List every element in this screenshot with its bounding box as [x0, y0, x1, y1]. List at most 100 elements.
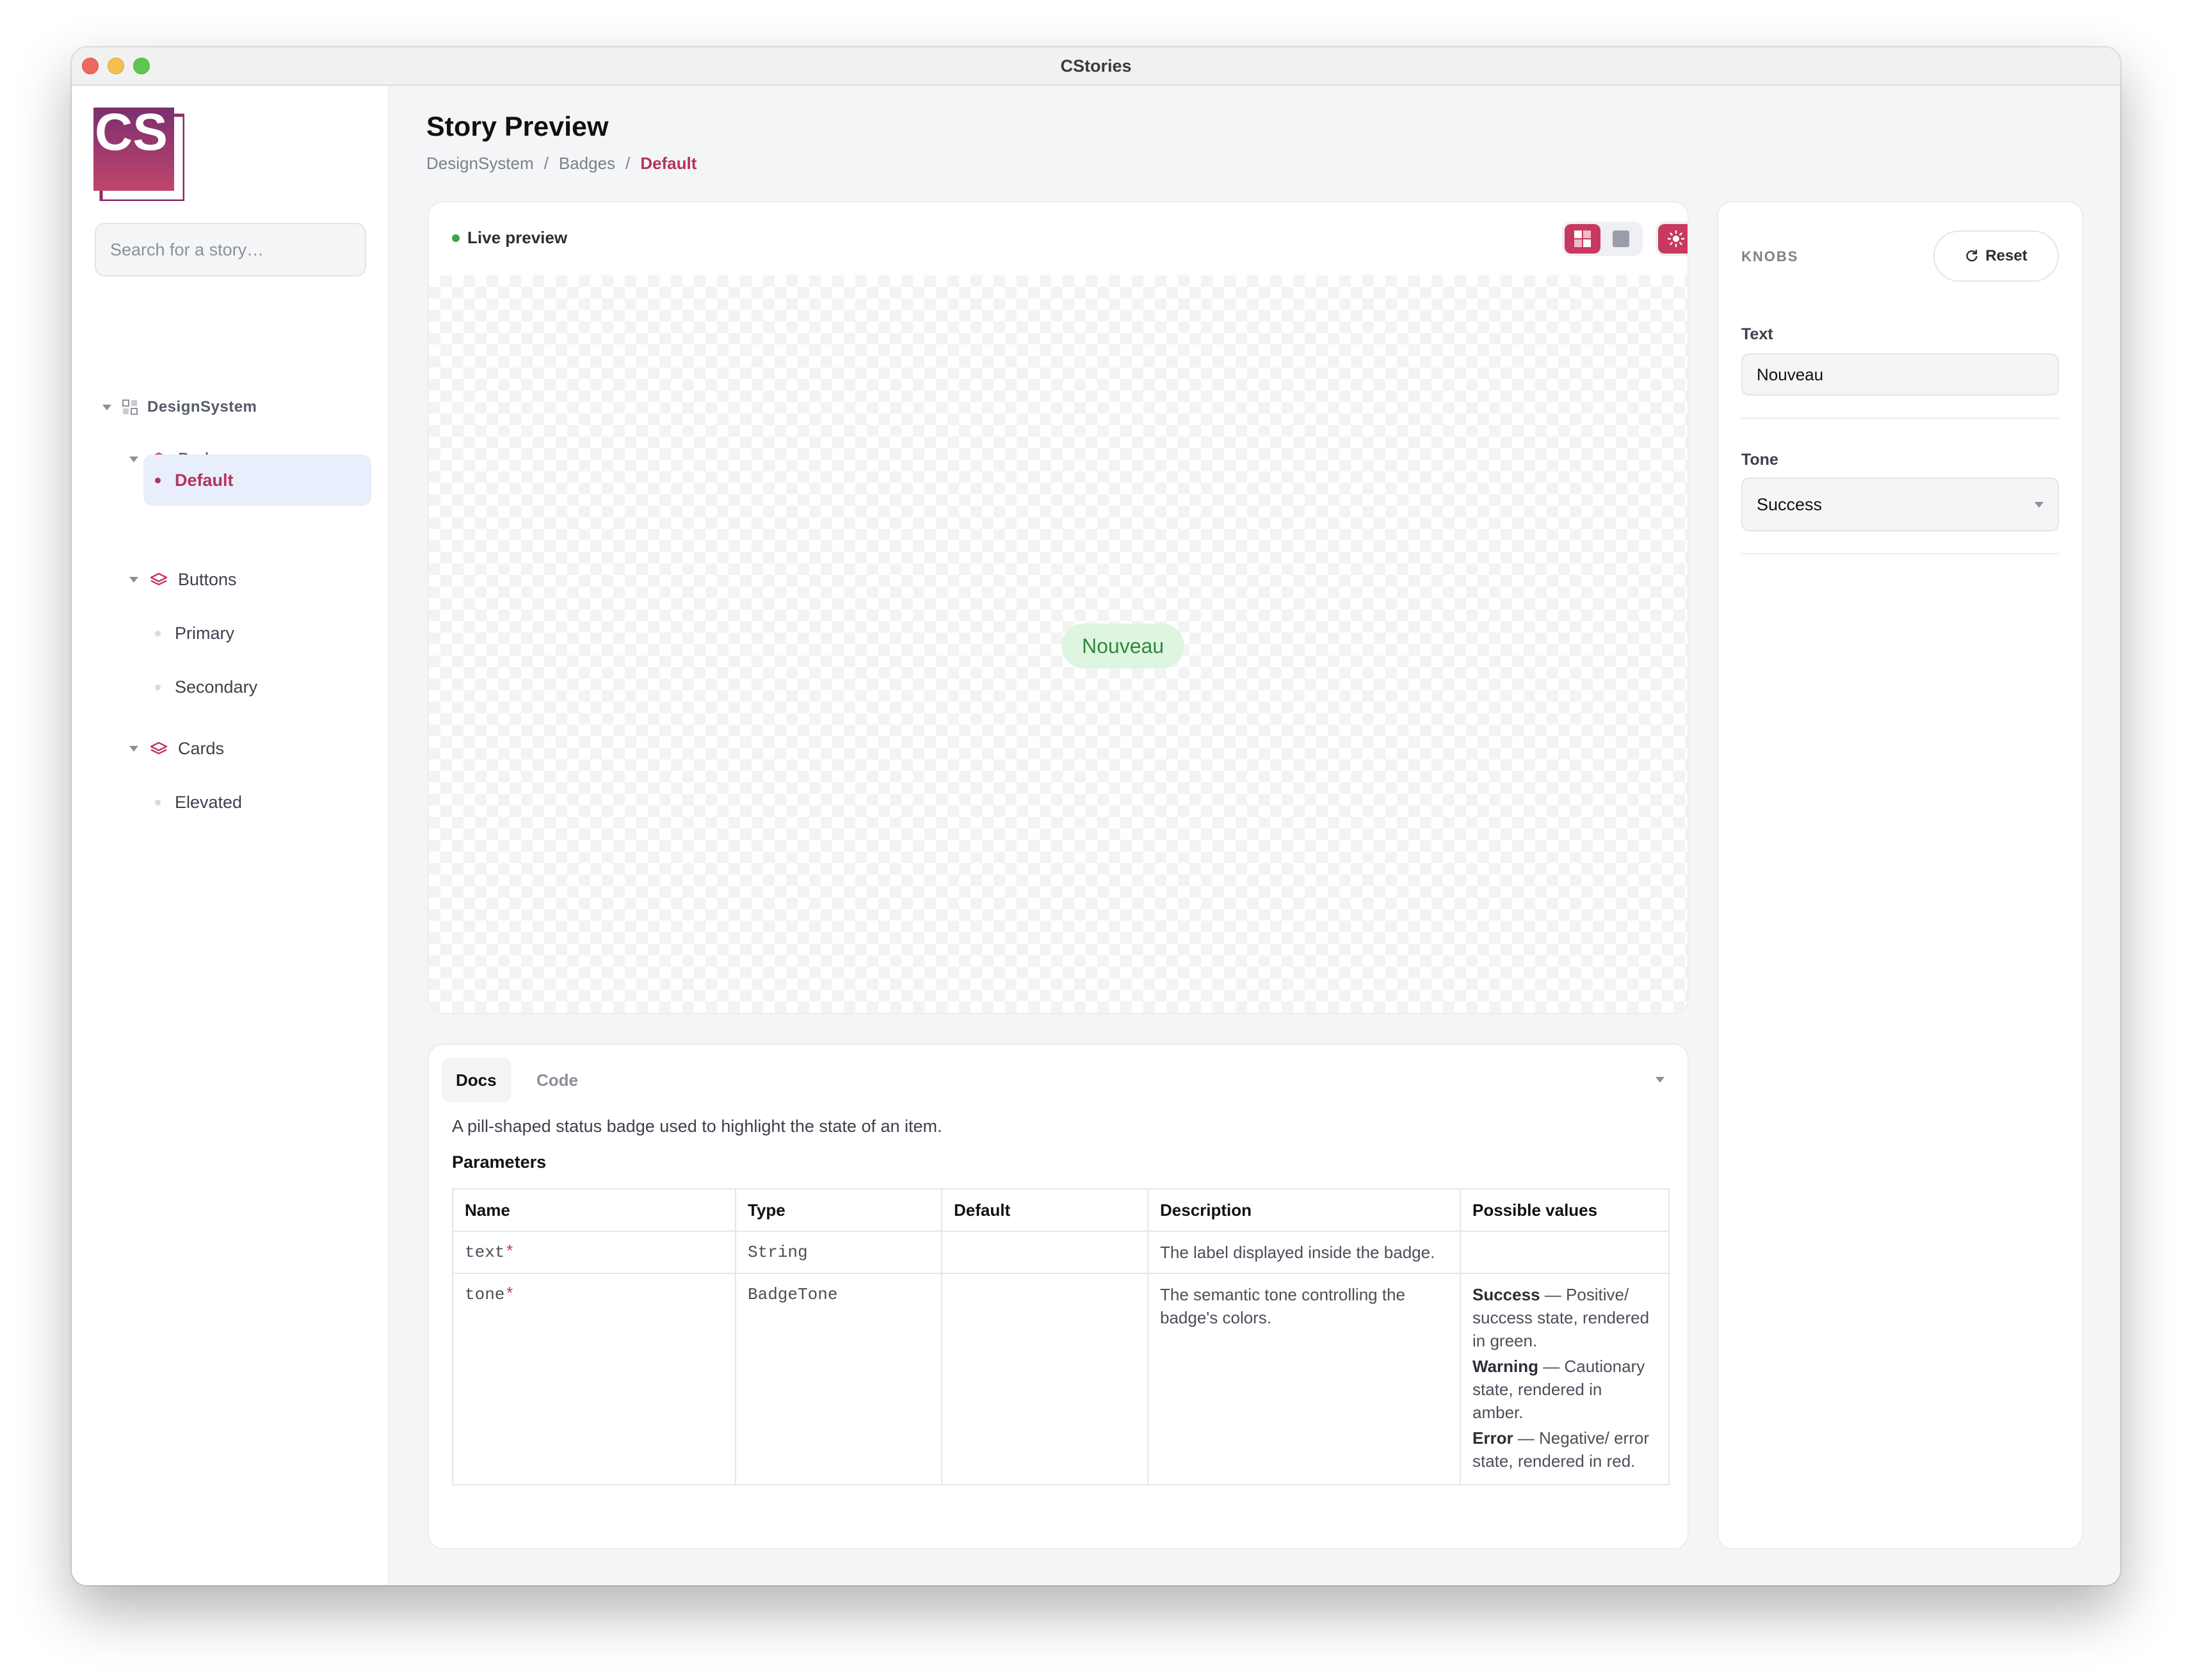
dot-icon: [155, 800, 161, 805]
live-preview-label: Live preview: [452, 228, 567, 248]
param-type: BadgeTone: [735, 1273, 942, 1485]
tab-code[interactable]: Code: [522, 1058, 592, 1102]
stack-icon: [150, 572, 168, 585]
param-name: tone: [465, 1285, 505, 1304]
breadcrumb-item[interactable]: Badges: [559, 154, 615, 174]
knobs-title: KNOBS: [1741, 248, 1799, 264]
active-dot-icon: [155, 477, 161, 483]
chevron-down-icon: [2035, 501, 2043, 508]
sun-icon: [1667, 230, 1685, 248]
tone-selected-value: Success: [1757, 494, 1823, 514]
collapse-chevron-icon[interactable]: [1656, 1077, 1664, 1083]
component-description: A pill-shaped status badge used to highl…: [452, 1117, 942, 1136]
status-badge-preview: Nouveau: [1061, 624, 1185, 668]
app-window: CStories CS DesignSystem: [72, 47, 2120, 1585]
tree-item-label: Secondary: [175, 677, 258, 697]
solid-background-button[interactable]: [1603, 224, 1639, 254]
light-theme-button[interactable]: [1658, 224, 1688, 254]
tree-root-designsystem[interactable]: DesignSystem: [102, 398, 257, 416]
divider: [1741, 417, 2059, 419]
tone-knob-label: Tone: [1741, 451, 1778, 469]
param-default: [941, 1273, 1148, 1485]
parameters-heading: Parameters: [452, 1152, 547, 1172]
param-description: The label displayed inside the badge.: [1147, 1231, 1461, 1274]
preview-canvas: Nouveau: [429, 275, 1688, 1013]
checkerboard-background-button[interactable]: [1565, 224, 1600, 254]
value-name: Error: [1472, 1428, 1513, 1448]
stack-icon: [150, 741, 168, 754]
knobs-panel: KNOBS Reset Text Tone Success: [1717, 201, 2083, 1549]
background-toggle: [1562, 222, 1643, 256]
refresh-icon: [1966, 249, 1978, 262]
tree-group-cards[interactable]: Cards: [129, 739, 224, 759]
column-header: Possible values: [1460, 1188, 1670, 1232]
tab-docs[interactable]: Docs: [442, 1058, 511, 1102]
reset-button[interactable]: Reset: [1933, 230, 2059, 282]
param-type: String: [735, 1231, 942, 1274]
component-grid-icon: [122, 400, 138, 415]
divider: [1741, 553, 2059, 554]
parameters-table: Name Type Default Description Possible v…: [452, 1188, 1670, 1485]
dot-icon: [155, 684, 161, 690]
window-title: CStories: [1060, 56, 1132, 76]
column-header: Type: [735, 1188, 942, 1232]
possible-value: Success — Positive/ success state, rende…: [1472, 1283, 1657, 1352]
possible-value: Error — Negative/ error state, rendered …: [1472, 1426, 1657, 1473]
column-header: Description: [1147, 1188, 1461, 1232]
breadcrumb: DesignSystem / Badges / Default: [426, 154, 697, 174]
tree-root-label: DesignSystem: [147, 398, 257, 416]
param-name-cell: text*: [452, 1231, 736, 1274]
search-input[interactable]: [95, 223, 366, 277]
chevron-down-icon: [129, 746, 138, 752]
live-status-dot-icon: [452, 234, 460, 242]
tree-group-label: Buttons: [178, 570, 237, 589]
title-bar: CStories: [72, 47, 2120, 86]
param-description: The semantic tone controlling the badge'…: [1147, 1273, 1461, 1485]
param-name-cell: tone*: [452, 1273, 736, 1485]
tree-item-primary[interactable]: Primary: [155, 624, 234, 643]
reset-label: Reset: [1985, 247, 2027, 264]
tone-select[interactable]: Success: [1741, 478, 2059, 531]
param-values: Success — Positive/ success state, rende…: [1460, 1273, 1670, 1485]
column-header: Default: [941, 1188, 1148, 1232]
tree-item-secondary[interactable]: Secondary: [155, 677, 257, 697]
table-row: text* String The label displayed inside …: [452, 1231, 1670, 1274]
required-marker: *: [504, 1243, 515, 1262]
chevron-down-icon: [129, 456, 138, 462]
required-marker: *: [504, 1285, 515, 1304]
text-knob-label: Text: [1741, 325, 1773, 343]
live-preview-text: Live preview: [467, 228, 568, 247]
tree-item-elevated[interactable]: Elevated: [155, 793, 242, 812]
sidebar: CS DesignSystem Badges Default: [72, 86, 389, 1585]
tree-item-label: Elevated: [175, 793, 243, 812]
checkerboard-icon: [1574, 230, 1591, 247]
docs-panel: Docs Code A pill-shaped status badge use…: [428, 1044, 1689, 1549]
dot-icon: [155, 631, 161, 636]
breadcrumb-item[interactable]: DesignSystem: [426, 154, 534, 174]
text-knob-input[interactable]: [1741, 353, 2059, 396]
param-default: [941, 1231, 1148, 1274]
tree-item-default[interactable]: Default: [143, 455, 371, 506]
value-name: Warning: [1472, 1357, 1539, 1376]
param-name: text: [465, 1243, 505, 1262]
preview-panel: Live preview Nouveau: [428, 201, 1689, 1014]
page-title: Story Preview: [426, 111, 609, 142]
table-row: tone* BadgeTone The semantic tone contro…: [452, 1273, 1670, 1485]
breadcrumb-current: Default: [640, 154, 697, 173]
app-logo: CS: [93, 108, 184, 201]
tree-group-buttons[interactable]: Buttons: [129, 570, 237, 590]
column-header: Name: [452, 1188, 736, 1232]
theme-toggle: [1656, 222, 1688, 256]
logo-text: CS: [95, 108, 168, 161]
solid-square-icon: [1613, 230, 1629, 247]
breadcrumb-separator: /: [544, 154, 549, 173]
tree-item-label: Primary: [175, 624, 234, 643]
chevron-down-icon: [129, 577, 138, 583]
breadcrumb-separator: /: [625, 154, 631, 173]
table-header-row: Name Type Default Description Possible v…: [452, 1188, 1670, 1232]
chevron-down-icon: [102, 404, 111, 410]
tree-group-label: Cards: [178, 739, 225, 758]
param-values: [1460, 1231, 1670, 1274]
value-name: Success: [1472, 1285, 1540, 1304]
tree-item-label: Default: [175, 470, 234, 490]
